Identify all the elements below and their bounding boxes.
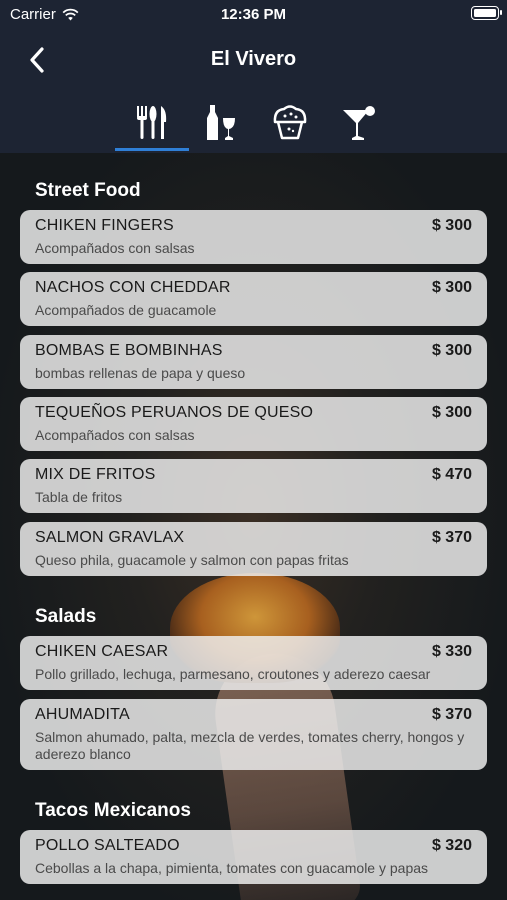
status-bar: Carrier 12:36 PM bbox=[0, 0, 507, 30]
tab-food[interactable] bbox=[115, 98, 189, 153]
menu-item[interactable]: AHUMADITA $ 370 Salmon ahumado, palta, me… bbox=[20, 699, 487, 770]
cocktail-icon bbox=[343, 106, 375, 140]
item-description: Acompañados con salsas bbox=[35, 427, 195, 443]
top-bar: Carrier 12:36 PM El Vivero bbox=[0, 0, 507, 153]
item-price: $ 300 bbox=[431, 342, 472, 359]
item-description: Pollo grillado, lechuga, parmesano, crou… bbox=[35, 666, 431, 682]
menu-item[interactable]: POLLO SALTEADO $ 320 Cebollas a la chapa,… bbox=[20, 830, 487, 884]
tab-cocktails[interactable] bbox=[322, 98, 396, 153]
menu-item[interactable]: TEQUEÑOS PERUANOS DE QUESO $ 300 Acompaña… bbox=[20, 397, 487, 451]
battery-icon bbox=[471, 6, 502, 20]
section-title: Salads bbox=[35, 606, 97, 627]
section-title: Street Food bbox=[35, 180, 141, 201]
wine-icon bbox=[207, 105, 235, 140]
item-description: Salmon ahumado, palta, mezcla de verdes,… bbox=[35, 729, 465, 762]
item-price: $ 300 bbox=[431, 279, 472, 296]
item-name: TEQUEÑOS PERUANOS DE QUESO bbox=[35, 404, 314, 421]
tab-desserts[interactable] bbox=[253, 98, 327, 153]
item-price: $ 470 bbox=[431, 466, 472, 483]
item-name: SALMON GRAVLAX bbox=[35, 529, 185, 546]
item-price: $ 370 bbox=[431, 706, 472, 723]
item-price: $ 370 bbox=[431, 529, 472, 546]
status-time: 12:36 PM bbox=[220, 6, 287, 23]
category-tabs bbox=[0, 98, 507, 153]
menu-item[interactable]: MIX DE FRITOS $ 470 Tabla de fritos bbox=[20, 459, 487, 513]
section-title: Tacos Mexicanos bbox=[35, 800, 191, 821]
item-name: CHIKEN CAESAR bbox=[35, 643, 169, 660]
item-name: AHUMADITA bbox=[35, 706, 130, 723]
item-name: MIX DE FRITOS bbox=[35, 466, 156, 483]
item-name: NACHOS CON CHEDDAR bbox=[35, 279, 231, 296]
item-name: CHIKEN FINGERS bbox=[35, 217, 174, 234]
tab-drinks[interactable] bbox=[184, 98, 258, 153]
menu-item[interactable]: SALMON GRAVLAX $ 370 Queso phila, guacamo… bbox=[20, 522, 487, 576]
item-description: bombas rellenas de papa y queso bbox=[35, 365, 246, 381]
item-price: $ 320 bbox=[431, 837, 472, 854]
cutlery-icon bbox=[137, 106, 167, 139]
item-description: Queso phila, guacamole y salmon con papa… bbox=[35, 552, 349, 568]
item-name: BOMBAS E BOMBINHAS bbox=[35, 342, 223, 359]
cupcake-icon bbox=[273, 105, 307, 140]
menu-item[interactable]: BOMBAS E BOMBINHAS $ 300 bombas rellenas … bbox=[20, 335, 487, 389]
page-title: El Vivero bbox=[210, 48, 297, 70]
menu-item[interactable]: CHIKEN FINGERS $ 300 Acompañados con sals… bbox=[20, 210, 487, 264]
item-description: Acompañados con salsas bbox=[35, 240, 195, 256]
menu-item[interactable]: NACHOS CON CHEDDAR $ 300 Acompañados de g… bbox=[20, 272, 487, 326]
item-price: $ 300 bbox=[431, 404, 472, 421]
active-tab-indicator bbox=[115, 148, 189, 151]
item-name: POLLO SALTEADO bbox=[35, 837, 180, 854]
item-description: Tabla de fritos bbox=[35, 489, 123, 505]
item-price: $ 300 bbox=[431, 217, 472, 234]
menu-item[interactable]: CHIKEN CAESAR $ 330 Pollo grillado, lechu… bbox=[20, 636, 487, 690]
item-description: Cebollas a la chapa, pimienta, tomates c… bbox=[35, 860, 429, 876]
item-price: $ 330 bbox=[431, 643, 472, 660]
menu-list: Street Food CHIKEN FINGERS $ 300 Acompaña… bbox=[0, 153, 507, 900]
item-description: Acompañados de guacamole bbox=[35, 302, 217, 318]
